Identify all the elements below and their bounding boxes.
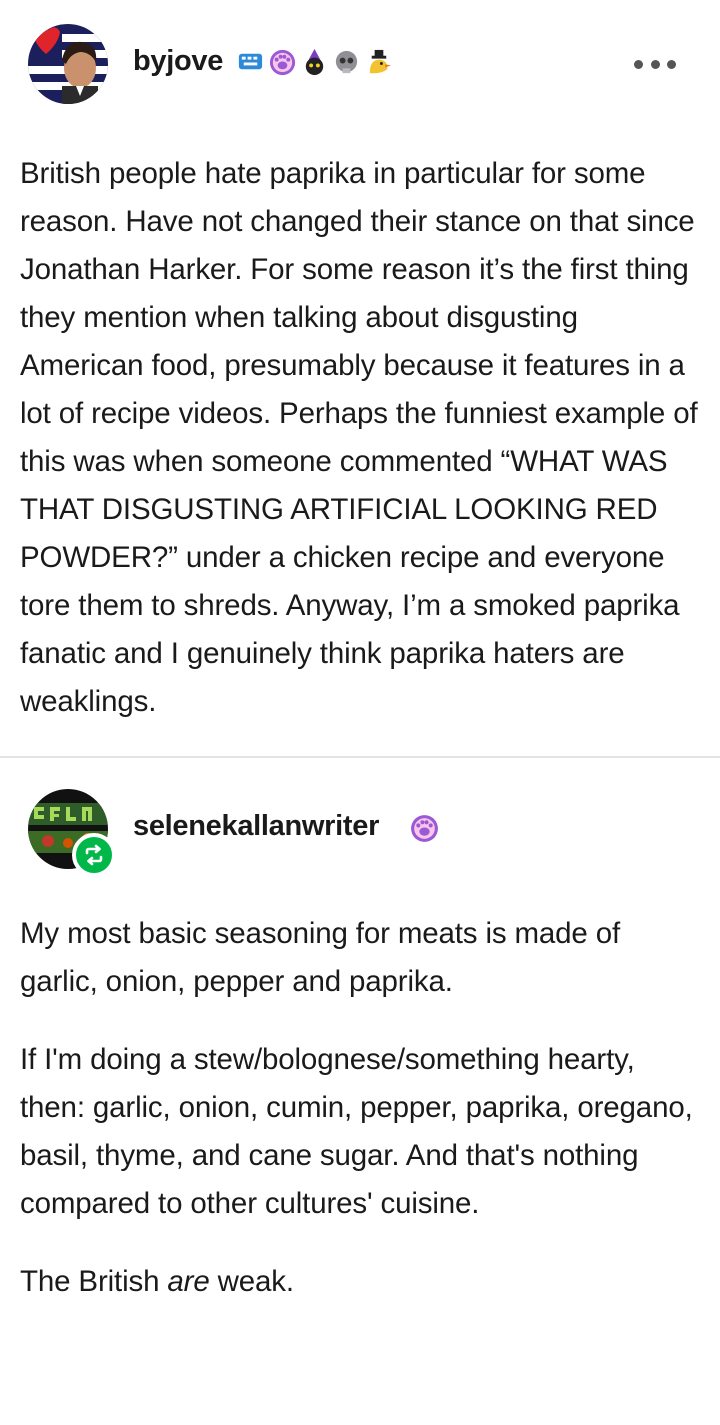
keyboard-badge-icon[interactable] bbox=[236, 48, 265, 77]
post-body-text: British people hate paprika in particula… bbox=[20, 157, 698, 718]
reblog-header: selenekallanwriter bbox=[0, 758, 720, 888]
reblog-final-line: The British are weak. bbox=[0, 1258, 720, 1306]
paw-badge-icon[interactable] bbox=[409, 813, 440, 844]
paw-badge-icon[interactable] bbox=[268, 48, 297, 77]
skull-badge-icon[interactable] bbox=[332, 48, 361, 77]
reblog-paragraph: If I'm doing a stew/bolognese/something … bbox=[20, 1043, 693, 1220]
final-text-start: The British bbox=[20, 1265, 168, 1298]
final-text-end: weak. bbox=[209, 1265, 294, 1298]
badge-list bbox=[236, 48, 393, 77]
post-author-username[interactable]: byjove bbox=[133, 45, 223, 78]
bird-hat-badge-icon[interactable] bbox=[364, 48, 393, 77]
avatar[interactable] bbox=[28, 24, 108, 104]
post-header: byjove bbox=[0, 0, 720, 125]
reblog-author-username[interactable]: selenekallanwriter bbox=[133, 810, 379, 843]
more-options-button[interactable] bbox=[634, 52, 676, 76]
dot-icon bbox=[634, 59, 643, 69]
post-selenekallanwriter: selenekallanwriter My most basic seasoni… bbox=[0, 758, 720, 1306]
dot-icon bbox=[667, 59, 676, 69]
final-text-emphasis: are bbox=[167, 1265, 210, 1298]
reblog-icon bbox=[72, 833, 116, 877]
reblog-paragraph: My most basic seasoning for meats is mad… bbox=[20, 917, 621, 998]
dot-icon bbox=[650, 59, 660, 69]
post-byjove: byjove British people hate paprika in pa… bbox=[0, 0, 720, 726]
cat-wizard-badge-icon[interactable] bbox=[300, 48, 329, 77]
